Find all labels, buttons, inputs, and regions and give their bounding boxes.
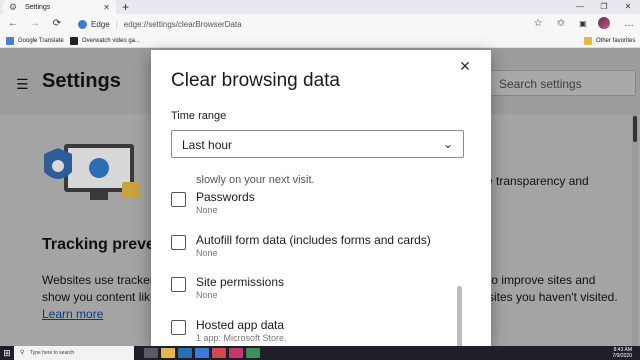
task-view-icon[interactable]	[144, 348, 158, 358]
dialog-scrollbar-thumb[interactable]	[457, 286, 462, 346]
chevron-down-icon: ⌄	[442, 137, 453, 151]
new-tab-button[interactable]: +	[122, 0, 129, 14]
favorite-label: Google Translate	[18, 38, 64, 44]
search-settings-input[interactable]: Search settings	[488, 70, 636, 96]
taskbar-clock[interactable]: 8:43 AM 7/9/2020	[613, 347, 632, 359]
tracking-desc-line1: Websites use tracker	[42, 273, 154, 287]
favorite-overwatch[interactable]: Overwatch video ga...	[70, 37, 140, 45]
right-text-2: to improve sites and	[488, 273, 596, 287]
app-icon-red[interactable]	[212, 348, 226, 358]
window-controls: — ❐ ✕	[568, 0, 640, 14]
passwords-checkbox[interactable]	[171, 192, 186, 207]
search-icon: ⚲	[20, 350, 25, 356]
close-window-button[interactable]: ✕	[616, 0, 640, 14]
other-favorites-label: Other favorites	[596, 38, 636, 44]
maximize-button[interactable]: ❐	[592, 0, 616, 14]
close-icon[interactable]: ✕	[457, 58, 473, 74]
item-label: Passwords	[196, 190, 255, 204]
other-favorites[interactable]: Other favorites	[584, 37, 635, 45]
time-range-value: Last hour	[182, 138, 233, 152]
address-toolbar: ← → ⟳ Edge | edge://settings/clearBrowse…	[0, 14, 640, 34]
address-separator: |	[115, 19, 118, 29]
item-label: Autofill form data (includes forms and c…	[196, 233, 431, 247]
hosted-app-data-checkbox[interactable]	[171, 320, 186, 335]
favorites-bar: Google Translate Overwatch video ga... O…	[0, 34, 640, 48]
favorites-icon[interactable]: ✩	[554, 17, 568, 31]
list-item-passwords[interactable]: Passwords None	[171, 190, 471, 226]
app-icon-pink[interactable]	[229, 348, 243, 358]
time-range-select[interactable]: Last hour ⌄	[171, 130, 464, 158]
app-icon-green[interactable]	[246, 348, 260, 358]
taskbar-apps	[144, 348, 263, 358]
title-bar: ⚙ Settings ✕ + — ❐ ✕	[0, 0, 640, 14]
tab-close-button[interactable]: ✕	[103, 3, 110, 12]
item-sub: None	[196, 205, 218, 215]
privacy-illustration-icon	[44, 144, 140, 200]
item-label: Site permissions	[196, 275, 285, 289]
tab-settings[interactable]: ⚙ Settings ✕	[3, 0, 116, 14]
address-bar[interactable]: Edge | edge://settings/clearBrowserData	[74, 16, 552, 32]
gear-icon: ⚙	[9, 2, 18, 12]
site-permissions-checkbox[interactable]	[171, 277, 186, 292]
more-menu-icon[interactable]: …	[622, 17, 636, 31]
page-title: Settings	[42, 70, 121, 92]
item-sub: 1 app: Microsoft Store.	[196, 333, 287, 343]
right-text-1: e transparency and	[486, 174, 589, 188]
file-explorer-icon[interactable]	[161, 348, 175, 358]
profile-avatar[interactable]	[598, 17, 610, 29]
dialog-title: Clear browsing data	[171, 70, 340, 91]
tracking-desc-line2: show you content lik	[42, 290, 151, 304]
learn-more-link[interactable]: Learn more	[42, 307, 103, 321]
forward-button[interactable]: →	[28, 17, 42, 31]
clear-browsing-data-dialog: Clear browsing data ✕ Time range Last ho…	[151, 50, 491, 346]
folder-icon	[584, 37, 592, 45]
store-icon[interactable]	[195, 348, 209, 358]
address-url[interactable]: edge://settings/clearBrowserData	[124, 20, 242, 29]
tracking-heading: Tracking preve	[42, 236, 155, 253]
star-icon[interactable]: ☆	[531, 17, 545, 31]
windows-start-icon[interactable]: ⊞	[0, 346, 14, 360]
clock-date: 7/9/2020	[612, 353, 632, 359]
overwatch-icon	[70, 37, 78, 45]
page-scrollbar[interactable]	[632, 114, 638, 346]
back-button[interactable]: ←	[6, 17, 20, 31]
page-scrollbar-thumb[interactable]	[633, 116, 637, 142]
tab-title: Settings	[25, 3, 51, 11]
list-item-site-permissions[interactable]: Site permissions None	[171, 275, 471, 311]
refresh-button[interactable]: ⟳	[50, 17, 64, 31]
minimize-button[interactable]: —	[568, 0, 592, 14]
right-text-3: sites you haven't visited.	[488, 290, 618, 304]
taskbar-search-input[interactable]: ⚲ Type here to search	[14, 346, 134, 360]
item-label: Hosted app data	[196, 318, 285, 332]
collections-icon[interactable]: ▣	[576, 17, 590, 31]
translate-icon	[6, 37, 14, 45]
edge-icon	[78, 19, 87, 29]
taskbar: ⊞ ⚲ Type here to search 8:43 AM 7/9/2020	[0, 346, 640, 360]
data-type-list: slowly on your next visit. Passwords Non…	[151, 168, 481, 346]
autofill-checkbox[interactable]	[171, 235, 186, 250]
list-item-autofill[interactable]: Autofill form data (includes forms and c…	[171, 233, 471, 269]
list-item-hosted-app-data[interactable]: Hosted app data 1 app: Microsoft Store.	[171, 318, 471, 346]
item-sub: None	[196, 248, 218, 258]
address-host: Edge	[91, 19, 110, 29]
favorite-google-translate[interactable]: Google Translate	[6, 37, 64, 45]
favorite-label: Overwatch video ga...	[82, 38, 141, 44]
hamburger-menu-icon[interactable]: ☰	[16, 76, 29, 93]
partial-description: slowly on your next visit.	[196, 174, 315, 186]
taskbar-search-placeholder: Type here to search	[30, 350, 75, 356]
time-range-label: Time range	[171, 110, 227, 122]
item-sub: None	[196, 290, 218, 300]
edge-taskbar-icon[interactable]	[178, 348, 192, 358]
